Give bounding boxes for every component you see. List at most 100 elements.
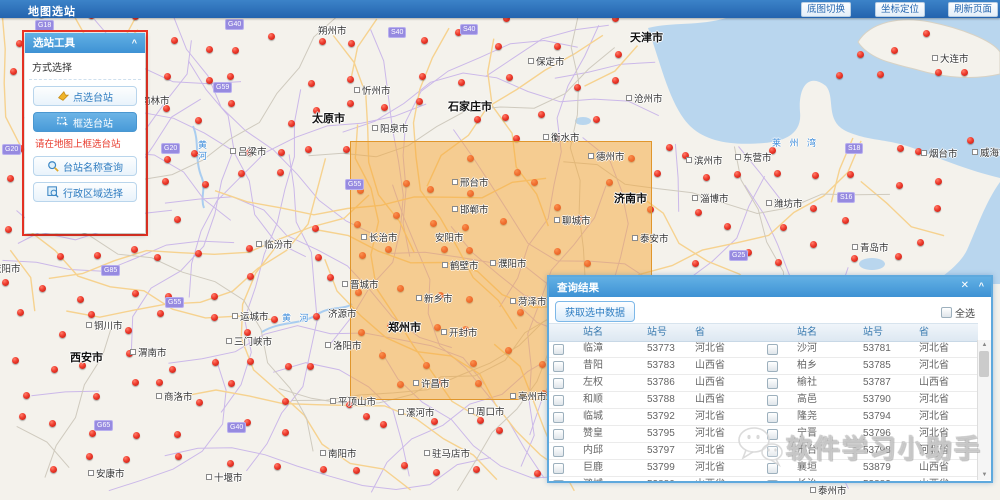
basemap-switch-button[interactable]: 底图切换 <box>801 2 852 17</box>
station-marker[interactable] <box>9 68 17 76</box>
station-marker[interactable] <box>173 215 181 223</box>
station-marker[interactable] <box>157 309 165 317</box>
station-marker[interactable] <box>38 285 46 293</box>
row-checkbox[interactable] <box>767 343 778 355</box>
station-marker[interactable] <box>132 289 140 297</box>
station-marker[interactable] <box>496 426 504 434</box>
station-marker[interactable] <box>723 222 731 230</box>
station-marker[interactable] <box>211 358 219 366</box>
station-marker[interactable] <box>472 466 480 474</box>
station-marker[interactable] <box>287 119 295 127</box>
station-marker[interactable] <box>168 365 176 373</box>
station-marker[interactable] <box>612 76 620 84</box>
station-marker[interactable] <box>130 246 138 254</box>
station-marker[interactable] <box>227 99 235 107</box>
station-marker[interactable] <box>50 365 58 373</box>
station-marker[interactable] <box>665 143 673 151</box>
row-checkbox[interactable] <box>767 479 778 481</box>
scroll-up-arrow-icon[interactable]: ▲ <box>978 340 991 350</box>
station-marker[interactable] <box>49 465 57 473</box>
station-marker[interactable] <box>202 180 210 188</box>
row-checkbox[interactable] <box>553 479 564 481</box>
station-marker[interactable] <box>281 429 289 436</box>
station-marker[interactable] <box>810 204 818 212</box>
station-marker[interactable] <box>245 244 253 252</box>
coordinate-locate-button[interactable]: 坐标定位 <box>875 2 926 17</box>
station-marker[interactable] <box>895 182 903 189</box>
table-scrollbar[interactable]: ▲ ▼ <box>977 340 991 480</box>
station-marker[interactable] <box>319 37 327 45</box>
station-marker[interactable] <box>432 469 440 477</box>
station-marker[interactable] <box>194 250 202 258</box>
station-marker[interactable] <box>122 456 130 464</box>
station-marker[interactable] <box>430 418 438 426</box>
station-marker[interactable] <box>319 465 327 473</box>
station-marker[interactable] <box>380 420 388 428</box>
box-select-station-button[interactable]: 框选台站 <box>33 112 137 132</box>
refresh-page-button[interactable]: 刷新页面 <box>948 2 999 17</box>
row-checkbox[interactable] <box>553 445 564 457</box>
row-checkbox[interactable] <box>767 428 778 440</box>
station-marker[interactable] <box>653 169 661 177</box>
get-selected-data-button[interactable]: 获取选中数据 <box>555 301 635 322</box>
scrollbar-thumb[interactable] <box>979 351 989 377</box>
station-marker[interactable] <box>809 240 817 248</box>
station-marker[interactable] <box>702 174 710 181</box>
station-marker[interactable] <box>313 312 321 320</box>
close-icon[interactable]: ✕ <box>961 280 969 291</box>
station-marker[interactable] <box>270 315 278 323</box>
row-checkbox[interactable] <box>767 411 778 423</box>
station-marker[interactable] <box>58 330 66 338</box>
station-marker[interactable] <box>614 51 622 59</box>
station-marker[interactable] <box>890 46 898 54</box>
collapse-icon[interactable]: ^ <box>979 281 984 291</box>
row-checkbox[interactable] <box>553 360 564 372</box>
station-marker[interactable] <box>304 145 312 153</box>
station-marker[interactable] <box>694 208 702 216</box>
station-marker[interactable] <box>173 431 181 439</box>
row-checkbox[interactable] <box>767 377 778 389</box>
admin-region-select-button[interactable]: 行政区域选择 <box>33 182 137 202</box>
station-marker[interactable] <box>381 103 389 111</box>
station-marker[interactable] <box>342 145 350 153</box>
point-select-station-button[interactable]: 点选台站 <box>33 86 137 106</box>
scroll-down-arrow-icon[interactable]: ▼ <box>978 470 991 480</box>
select-all-checkbox[interactable] <box>941 307 952 318</box>
row-checkbox[interactable] <box>553 462 564 474</box>
station-name-search-button[interactable]: 台站名称查询 <box>33 156 137 176</box>
row-checkbox[interactable] <box>553 377 564 389</box>
station-marker[interactable] <box>841 216 849 224</box>
row-checkbox[interactable] <box>553 428 564 440</box>
station-marker[interactable] <box>307 80 315 88</box>
station-marker[interactable] <box>847 170 855 178</box>
row-checkbox[interactable] <box>767 445 778 457</box>
station-marker[interactable] <box>153 254 161 262</box>
station-marker[interactable] <box>933 204 941 212</box>
station-marker[interactable] <box>876 70 884 78</box>
station-marker[interactable] <box>314 254 322 262</box>
station-marker[interactable] <box>163 72 171 80</box>
station-marker[interactable] <box>7 174 15 182</box>
station-marker[interactable] <box>347 75 355 83</box>
collapse-icon[interactable]: ^ <box>132 33 137 53</box>
row-checkbox[interactable] <box>767 462 778 474</box>
station-marker[interactable] <box>502 113 510 121</box>
station-marker[interactable] <box>811 171 819 179</box>
station-marker[interactable] <box>836 71 844 79</box>
station-marker[interactable] <box>92 393 100 401</box>
row-checkbox[interactable] <box>767 394 778 406</box>
station-marker[interactable] <box>458 78 466 86</box>
row-checkbox[interactable] <box>767 360 778 372</box>
station-marker[interactable] <box>174 452 182 460</box>
row-checkbox[interactable] <box>553 343 564 355</box>
station-marker[interactable] <box>125 326 133 334</box>
station-marker[interactable] <box>227 380 235 388</box>
station-marker[interactable] <box>232 46 240 54</box>
station-marker[interactable] <box>415 97 423 105</box>
station-marker[interactable] <box>347 40 355 48</box>
station-marker[interactable] <box>896 144 904 152</box>
station-marker[interactable] <box>206 45 214 53</box>
station-marker[interactable] <box>400 461 408 469</box>
station-marker[interactable] <box>326 274 334 281</box>
row-checkbox[interactable] <box>553 394 564 406</box>
